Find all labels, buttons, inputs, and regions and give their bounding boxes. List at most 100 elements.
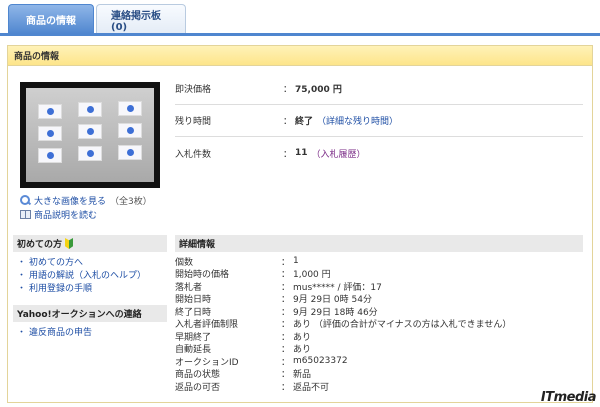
detail-colon: ： xyxy=(281,320,291,331)
detail-value: 9月 29日 18時 46分 xyxy=(293,307,378,318)
detail-label: 入札者評価制限 xyxy=(175,320,239,331)
photo-card xyxy=(38,126,62,141)
detail-colon: ： xyxy=(281,307,291,318)
detail-value: 9月 29日 0時 54分 xyxy=(293,295,372,306)
detail-colon: ： xyxy=(281,345,291,356)
time-row: 残り時間 ： 終了 （詳細な残り時間） xyxy=(175,105,583,137)
table-row: 返品の可否 ：返品不可 xyxy=(175,380,583,393)
photo-card xyxy=(118,145,142,160)
list-item: ・利用登録の手順 xyxy=(17,281,167,294)
detail-label: 開始時の価格 xyxy=(175,270,230,281)
photo-card xyxy=(78,102,102,117)
contact-list: ・違反商品の申告 xyxy=(13,322,167,338)
detail-colon: ： xyxy=(281,257,291,268)
detail-label: 開始日時 xyxy=(175,295,212,306)
item-photo-image xyxy=(26,88,154,182)
detail-colon: ： xyxy=(281,270,291,281)
price-value: 75,000 円 xyxy=(295,85,342,95)
time-value: 終了 xyxy=(295,117,314,127)
photo-card xyxy=(78,146,102,161)
detail-heading: 詳細情報 xyxy=(175,235,583,252)
detail-colon: ： xyxy=(281,295,291,306)
table-row: 個数 ： 1 xyxy=(175,255,583,268)
tab-message-board-label: 連絡掲示板(0) xyxy=(111,10,161,33)
description-link-row: 商品説明を読む xyxy=(20,208,97,221)
list-item: ・違反商品の申告 xyxy=(17,325,167,338)
beginner-mark-icon xyxy=(65,238,74,249)
tab-underline xyxy=(0,33,600,36)
large-image-link[interactable]: 大きな画像を見る xyxy=(34,194,106,207)
detail-label: 個数 xyxy=(175,257,194,268)
time-detail-link[interactable]: （詳細な残り時間） xyxy=(317,114,398,127)
table-row: 開始時の価格 ： 1,000 円 xyxy=(175,268,583,281)
detail-value: 1 xyxy=(293,256,299,267)
tab-bar: 商品の情報 連絡掲示板(0) xyxy=(8,4,188,34)
detail-colon: ： xyxy=(281,332,291,343)
bids-label: 入札件数 xyxy=(175,149,212,160)
detail-colon: ： xyxy=(281,370,291,381)
tab-item-info[interactable]: 商品の情報 xyxy=(8,4,94,34)
beginner-box: 初めての方 ・初めての方へ ・用語の解説（入札のヘルプ） ・利用登録の手順 xyxy=(13,235,167,294)
detail-value: 1,000 円 xyxy=(293,270,331,281)
table-row: 終了日時 ： 9月 29日 18時 46分 xyxy=(175,305,583,318)
item-photo[interactable] xyxy=(20,82,160,188)
list-item: ・用語の解説（入札のヘルプ） xyxy=(17,268,167,281)
contact-heading: Yahoo!オークションへの連絡 xyxy=(13,305,167,322)
list-item: ・初めての方へ xyxy=(17,255,167,268)
detail-value: あり （評価の合計がマイナスの方は入札できません） xyxy=(293,320,512,331)
large-image-link-row: 大きな画像を見る （全3枚） xyxy=(20,194,152,207)
photo-card xyxy=(38,104,62,119)
detail-label: 早期終了 xyxy=(175,332,212,343)
beginner-title: 初めての方 xyxy=(17,240,63,250)
table-row: 入札者評価制限 ：あり （評価の合計がマイナスの方は入札できません） xyxy=(175,318,583,331)
detail-label: 終了日時 xyxy=(175,307,212,318)
bullet-icon: ・ xyxy=(17,271,27,281)
detail-rows: 個数： 1 開始時の価格： 1,000 円 落札者： mus***** / 評価：17… xyxy=(175,252,583,393)
bid-history-link[interactable]: （入札履歴） xyxy=(312,147,366,160)
bids-value: 11 xyxy=(295,148,308,158)
bullet-icon: ・ xyxy=(17,328,27,338)
beginner-link-glossary[interactable]: 用語の解説（入札のヘルプ） xyxy=(29,268,146,281)
detail-label: 落札者 xyxy=(175,282,203,293)
detail-label: オークションID xyxy=(175,357,239,368)
beginner-link-register[interactable]: 利用登録の手順 xyxy=(29,281,92,294)
book-icon xyxy=(20,210,31,219)
beginner-link-intro[interactable]: 初めての方へ xyxy=(29,255,83,268)
panel-title: 商品の情報 xyxy=(8,46,592,66)
time-label: 残り時間 xyxy=(175,117,212,127)
table-row: 早期終了 ：あり xyxy=(175,330,583,343)
detail-colon: ： xyxy=(281,282,291,293)
bids-colon: ： xyxy=(283,149,293,160)
bids-row: 入札件数 ： 11 （入札履歴） xyxy=(175,137,583,169)
detail-colon: ： xyxy=(281,357,291,368)
time-colon: ： xyxy=(283,117,293,127)
detail-label: 自動延長 xyxy=(175,345,212,356)
detail-label: 返品の可否 xyxy=(175,382,221,393)
table-row: 落札者 ： mus***** / 評価：17 xyxy=(175,280,583,293)
detail-value: あり xyxy=(293,345,312,356)
beginner-heading: 初めての方 xyxy=(13,235,167,252)
price-label: 即決価格 xyxy=(175,85,212,95)
beginner-list: ・初めての方へ ・用語の解説（入札のヘルプ） ・利用登録の手順 xyxy=(13,252,167,294)
table-row: 開始日時 ： 9月 29日 0時 54分 xyxy=(175,293,583,306)
report-violation-link[interactable]: 違反商品の申告 xyxy=(29,325,92,338)
bullet-icon: ・ xyxy=(17,284,27,294)
contact-box: Yahoo!オークションへの連絡 ・違反商品の申告 xyxy=(13,305,167,338)
itmedia-watermark: ITmedia xyxy=(540,390,597,405)
detail-colon: ： xyxy=(281,382,291,393)
detail-value: あり xyxy=(293,332,312,343)
bullet-icon: ・ xyxy=(17,258,27,268)
detail-value: m65023372 xyxy=(293,356,348,367)
detail-value: mus***** / 評価：17 xyxy=(293,282,382,293)
magnifier-icon xyxy=(20,195,31,206)
photo-card xyxy=(38,148,62,163)
detail-value: 返品不可 xyxy=(293,382,330,393)
image-count: （全3枚） xyxy=(110,197,152,207)
photo-card xyxy=(78,124,102,139)
tab-message-board[interactable]: 連絡掲示板(0) xyxy=(96,4,186,34)
price-colon: ： xyxy=(283,85,293,95)
tab-item-info-label: 商品の情報 xyxy=(26,16,76,27)
description-link[interactable]: 商品説明を読む xyxy=(34,208,97,221)
photo-card xyxy=(118,101,142,116)
table-row: 商品の状態 ：新品 xyxy=(175,368,583,381)
